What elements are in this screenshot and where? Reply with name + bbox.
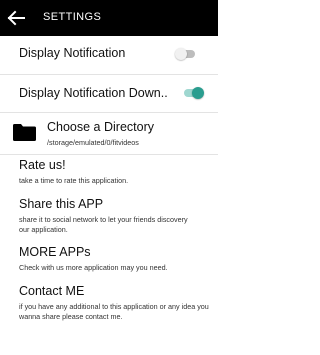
share-app-label: Share this APP bbox=[19, 197, 104, 211]
setting-label: Display Notification Down.. bbox=[19, 86, 168, 100]
toggle-thumb bbox=[192, 87, 204, 99]
more-apps-description: Check with us more application may you n… bbox=[19, 263, 168, 272]
display-notification-download-toggle[interactable] bbox=[182, 87, 204, 99]
arrow-left-icon[interactable] bbox=[6, 9, 26, 27]
setting-display-notification-download[interactable]: Display Notification Down.. bbox=[0, 75, 218, 112]
toggle-thumb bbox=[175, 48, 187, 60]
rate-us-description: take a time to rate this application. bbox=[19, 176, 129, 185]
page-title: SETTINGS bbox=[43, 11, 102, 23]
directory-label: Choose a Directory bbox=[47, 120, 154, 134]
setting-label: Display Notification bbox=[19, 46, 126, 60]
contact-me-label: Contact ME bbox=[19, 284, 85, 298]
toolbar: SETTINGS bbox=[0, 0, 218, 36]
folder-icon bbox=[13, 124, 36, 141]
settings-screen: SETTINGS Display Notification Display No… bbox=[0, 0, 218, 355]
directory-path: /storage/emulated/0/fitvideos bbox=[47, 138, 139, 147]
contact-me-description: if you have any additional to this appli… bbox=[19, 302, 209, 321]
display-notification-toggle[interactable] bbox=[175, 48, 197, 60]
more-apps-label: MORE APPs bbox=[19, 245, 91, 259]
setting-display-notification[interactable]: Display Notification bbox=[0, 36, 218, 72]
rate-us-label: Rate us! bbox=[19, 158, 66, 172]
share-app-description: share it to social network to let your f… bbox=[19, 215, 188, 234]
